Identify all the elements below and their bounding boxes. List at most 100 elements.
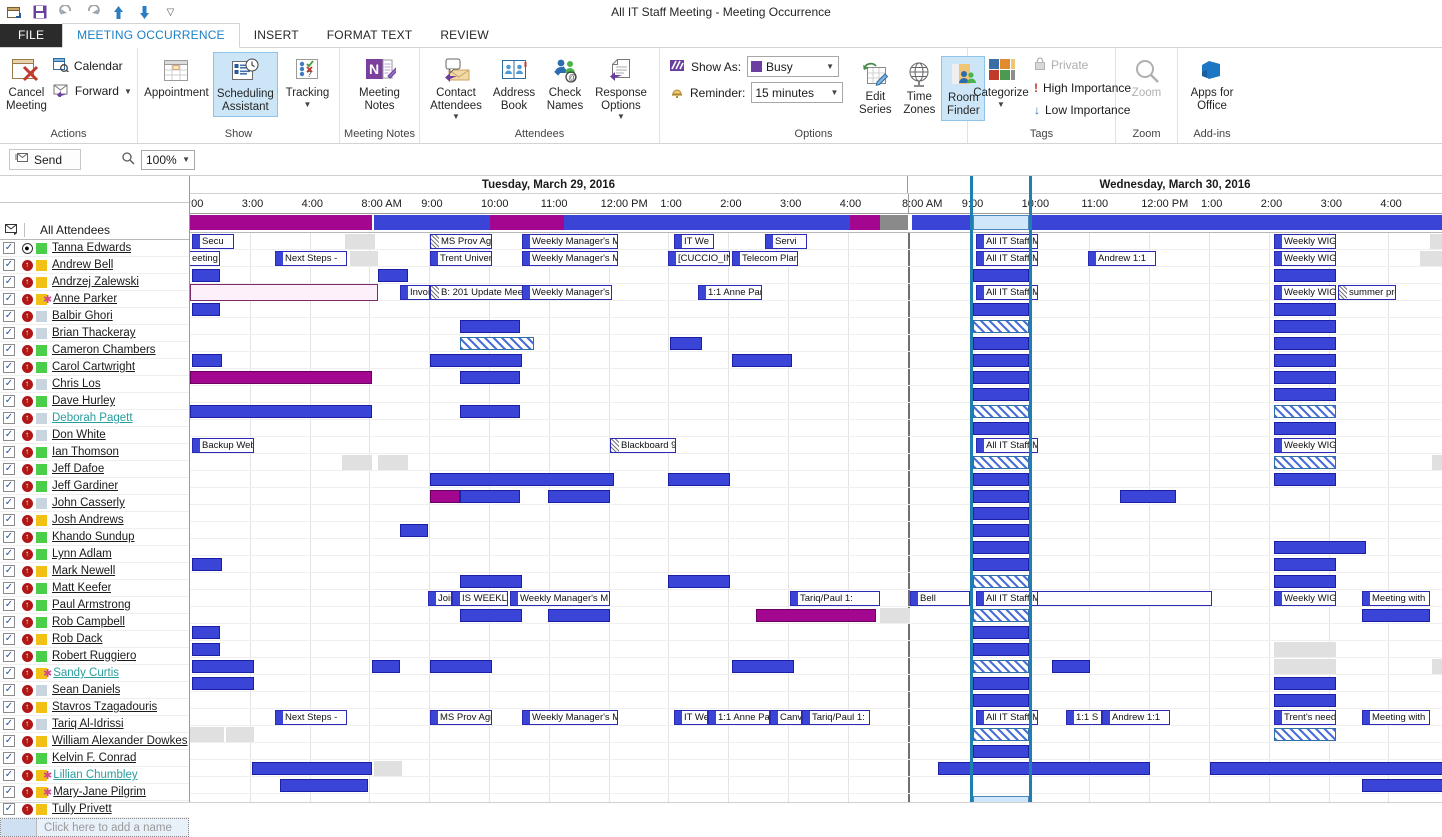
attendee-checkbox[interactable]: ✓: [0, 412, 18, 424]
contact-attendees-button[interactable]: Contact Attendees ▼: [424, 52, 488, 124]
attendee-checkbox[interactable]: ✓: [0, 531, 18, 543]
attendee-row[interactable]: ✓ ↑ Chris Los: [0, 376, 189, 393]
schedule-row[interactable]: [190, 556, 1442, 573]
busy-block[interactable]: [973, 490, 1029, 503]
busy-block[interactable]: [973, 507, 1029, 520]
attendee-name[interactable]: John Casserly: [52, 497, 125, 509]
attendee-row[interactable]: ✓ ↑ Kelvin F. Conrad: [0, 750, 189, 767]
attendee-row[interactable]: ✓ ↑ Andrzej Zalewski: [0, 274, 189, 291]
attendee-name[interactable]: Stavros Tzagadouris: [52, 701, 157, 713]
attendee-role-icon[interactable]: ↑: [18, 344, 36, 356]
attendee-role-icon[interactable]: ↑: [18, 803, 36, 815]
busy-block[interactable]: [973, 337, 1029, 350]
attendee-role-icon[interactable]: ↑: [18, 361, 36, 373]
schedule-row[interactable]: [190, 403, 1442, 420]
appointment-block[interactable]: B: 201 Update Meeti: [430, 285, 526, 300]
out-of-office-block[interactable]: [190, 371, 372, 384]
attendee-name[interactable]: William Alexander Dowkes: [52, 735, 188, 747]
categorize-button[interactable]: Categorize ▼: [972, 52, 1030, 112]
tab-meeting-occurrence[interactable]: MEETING OCCURRENCE: [62, 23, 240, 48]
busy-block[interactable]: [973, 541, 1029, 554]
attendee-role-icon[interactable]: ●: [18, 242, 36, 254]
attendee-name[interactable]: Brian Thackeray: [52, 327, 136, 339]
attendee-row[interactable]: ✓ ↑ ✱ Mary-Jane Pilgrim: [0, 784, 189, 801]
calendar-button[interactable]: Calendar: [49, 55, 136, 77]
appointment-block[interactable]: Joint: [428, 591, 452, 606]
attendee-name[interactable]: Carol Cartwright: [52, 361, 135, 373]
attendee-checkbox[interactable]: ✓: [0, 429, 18, 441]
attendee-row[interactable]: ✓ ↑ Lynn Adlam: [0, 546, 189, 563]
attendee-row[interactable]: ✓ ↑ Rob Campbell: [0, 614, 189, 631]
forward-dropdown-icon[interactable]: ▼: [124, 87, 132, 96]
attendee-name[interactable]: Mary-Jane Pilgrim: [53, 786, 146, 798]
tentative-block[interactable]: [973, 728, 1029, 741]
tentative-block[interactable]: [973, 660, 1029, 673]
attendee-role-icon[interactable]: ↑: [18, 463, 36, 475]
quick-access-toolbar[interactable]: ▽: [0, 4, 179, 21]
attendee-role-icon[interactable]: ↑: [18, 378, 36, 390]
schedule-grid-rows[interactable]: Secu MS Prov Agre Weekly Manager's M IT We S…: [190, 233, 1442, 802]
busy-block[interactable]: [973, 677, 1029, 690]
attendee-name[interactable]: Sean Daniels: [52, 684, 120, 696]
busy-block[interactable]: [252, 762, 372, 775]
schedule-row[interactable]: [190, 573, 1442, 590]
appointment-block[interactable]: IS WEEKLY M: [452, 591, 508, 606]
attendee-checkbox[interactable]: ✓: [0, 786, 18, 798]
attendee-row[interactable]: ✓ ↑ Jeff Dafoe: [0, 461, 189, 478]
attendee-role-icon[interactable]: ↑: [18, 701, 36, 713]
tab-insert[interactable]: INSERT: [240, 24, 313, 47]
busy-block[interactable]: [1274, 541, 1366, 554]
appointment-block[interactable]: 1:1 Anne Par: [708, 710, 770, 725]
schedule-row[interactable]: Backup Webi Blackboard 9 All IT Staff M Wee…: [190, 437, 1442, 454]
busy-block[interactable]: [192, 354, 222, 367]
attendee-checkbox[interactable]: ✓: [0, 701, 18, 713]
busy-block[interactable]: [938, 762, 1150, 775]
busy-block[interactable]: [460, 405, 520, 418]
attendee-row[interactable]: ✓ ↑ Tully Privett: [0, 801, 189, 818]
attendee-role-icon[interactable]: ↑: [18, 752, 36, 764]
appointment-block[interactable]: All IT Staff M: [976, 591, 1038, 606]
attendee-checkbox[interactable]: ✓: [0, 242, 18, 254]
busy-block[interactable]: [732, 354, 792, 367]
busy-block[interactable]: [973, 745, 1029, 758]
attendee-name[interactable]: Anne Parker: [53, 293, 117, 305]
schedule-row[interactable]: [190, 675, 1442, 692]
busy-block[interactable]: [1210, 762, 1442, 775]
attendee-name[interactable]: Chris Los: [52, 378, 101, 390]
appointment-block[interactable]: Andrew 1:1: [1102, 710, 1170, 725]
attendee-name[interactable]: Lillian Chumbley: [53, 769, 137, 781]
attendee-role-icon[interactable]: ↑: [18, 514, 36, 526]
busy-block[interactable]: [192, 303, 220, 316]
appointment-block[interactable]: Blackboard 9: [610, 438, 676, 453]
appointment-block[interactable]: Weekly Manager's M: [522, 251, 618, 266]
appointment-block[interactable]: All IT Staff M: [976, 285, 1038, 300]
busy-block[interactable]: [192, 269, 220, 282]
busy-block[interactable]: [973, 388, 1029, 401]
response-options-button[interactable]: Response Options ▼: [590, 52, 652, 124]
zoom-dropdown-icon[interactable]: ▼: [182, 155, 190, 164]
tab-format-text[interactable]: FORMAT TEXT: [313, 24, 427, 47]
attendee-role-icon[interactable]: ↑: [18, 718, 36, 730]
attendee-name[interactable]: Rob Dack: [52, 633, 103, 645]
busy-block[interactable]: [1120, 490, 1176, 503]
tentative-block[interactable]: [1274, 456, 1336, 469]
attendee-role-icon[interactable]: ↑: [18, 667, 36, 679]
attendee-name[interactable]: Tariq Al-Idrissi: [52, 718, 124, 730]
tracking-button[interactable]: ? Tracking ▼: [280, 52, 335, 112]
busy-block[interactable]: [973, 473, 1029, 486]
appointment-block[interactable]: Weekly Manager's M: [522, 285, 612, 300]
attendee-checkbox[interactable]: ✓: [0, 293, 18, 305]
out-of-office-block[interactable]: [430, 490, 460, 503]
appointment-block[interactable]: Canv: [770, 710, 802, 725]
busy-block[interactable]: [430, 473, 614, 486]
ribbon-tabs[interactable]: FILE MEETING OCCURRENCE INSERT FORMAT TE…: [0, 23, 1442, 48]
attendee-role-icon[interactable]: ↑: [18, 531, 36, 543]
attendee-row[interactable]: ✓ ↑ Rob Dack: [0, 631, 189, 648]
busy-block[interactable]: [1274, 269, 1336, 282]
appointment-block[interactable]: [973, 796, 1029, 802]
attendee-checkbox[interactable]: ✓: [0, 769, 18, 781]
attendee-row[interactable]: ✓ ↑ ✱ Sandy Curtis: [0, 665, 189, 682]
appointment-block[interactable]: Weekly Manager's M: [522, 234, 618, 249]
attendee-checkbox[interactable]: ✓: [0, 480, 18, 492]
attendee-checkbox[interactable]: ✓: [0, 378, 18, 390]
